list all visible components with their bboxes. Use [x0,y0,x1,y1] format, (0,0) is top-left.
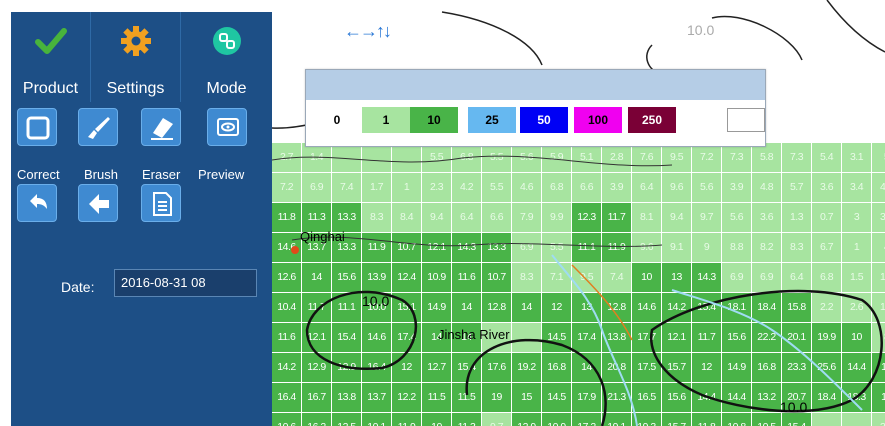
contour-label: 10.0 [362,293,390,309]
settings-button[interactable]: Settings [91,12,181,102]
color-legend: 0 1 10 25 50 100 250 [305,69,766,147]
arrow-left-icon [89,194,109,214]
settings-label: Settings [106,80,165,97]
undo-button[interactable] [17,184,57,222]
product-button[interactable]: Product [11,12,91,102]
legend-swatch[interactable]: 250 [628,107,676,133]
correct-label: Correct [17,167,60,182]
eraser-label: Eraser [142,167,181,182]
legend-swatch[interactable]: 10 [410,107,458,133]
contour-label: 10.0 [687,22,715,38]
product-label: Product [22,80,79,97]
left-panel: Product Settings Mode Correct Brush Eras… [11,12,272,426]
gear-icon [119,24,153,58]
brush-label: Brush [84,167,118,182]
legend-swatch[interactable]: 100 [574,107,622,133]
document-button[interactable] [141,184,181,222]
map-view[interactable]: 2.7 1.4 5.5 6.8 5.5 5.6 5.9 5.1 2.8 7.6 9.5 7.2 7.3 5… [272,0,885,426]
brush-tool-button[interactable] [78,108,118,146]
date-field[interactable]: 2016-08-31 08 [114,269,257,297]
legend-swatch[interactable]: 0 [320,107,354,133]
document-icon [153,192,172,216]
legend-value-input[interactable] [727,108,765,132]
eraser-tool-button[interactable] [141,108,181,146]
mode-label: Mode [206,80,247,97]
checkmark-icon [34,24,68,58]
contour-lines [272,0,885,426]
mode-button[interactable]: Mode [181,12,272,102]
legend-swatch[interactable]: 1 [362,107,410,133]
pan-arrows-icon[interactable]: ←→↑↓ [344,21,392,42]
mode-icon [210,24,244,58]
brush-icon [88,117,110,139]
undo-icon [30,194,47,209]
preview-tool-button[interactable] [207,108,247,146]
legend-title-bar[interactable] [306,70,765,100]
preview-label: Preview [198,167,245,182]
preview-icon [217,118,239,136]
legend-swatch[interactable]: 50 [520,107,568,133]
map-label-jinsha-river: Jinsha River [438,327,510,342]
back-button[interactable] [78,184,118,222]
square-icon [26,116,50,140]
date-label: Date: [61,279,95,295]
contour-label: 10.0 [780,399,808,415]
legend-swatch[interactable]: 25 [468,107,516,133]
map-label-qinghai: Qinghai [300,229,345,244]
correct-tool-button[interactable] [17,108,57,146]
eraser-icon [151,118,173,140]
